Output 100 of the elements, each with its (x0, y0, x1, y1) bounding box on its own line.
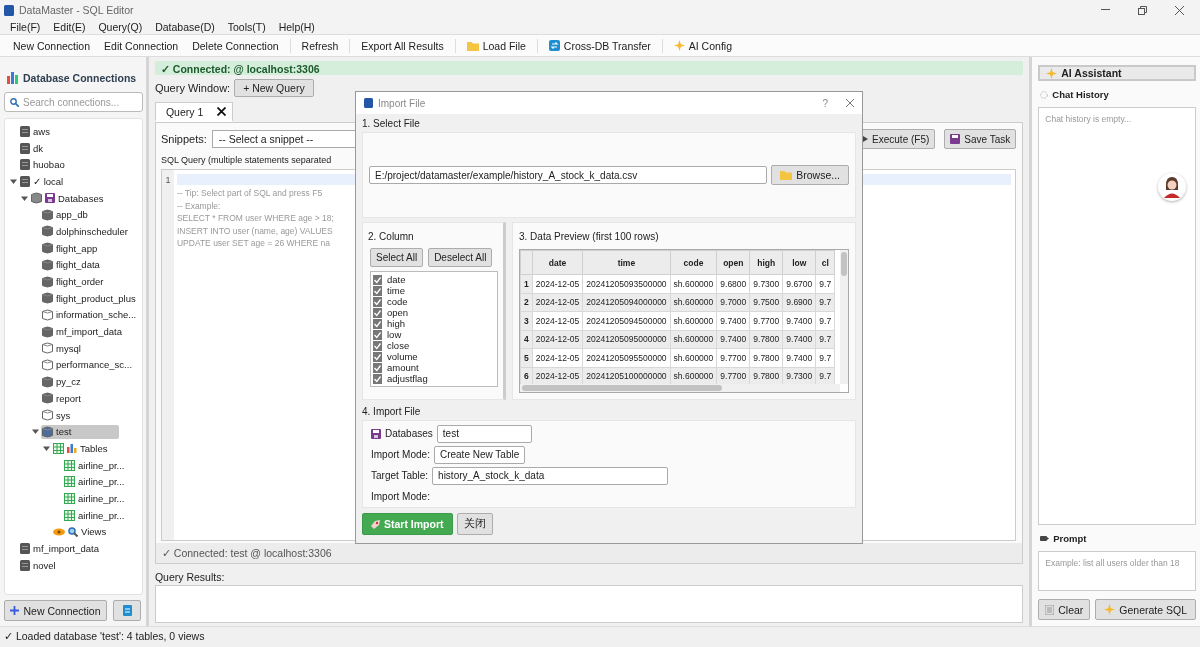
sparkle-icon (673, 40, 685, 51)
tree-item[interactable]: ✓ local (19, 174, 67, 188)
column-header: open (716, 250, 750, 275)
tree-item[interactable]: Tables (52, 441, 111, 455)
toolbar-button[interactable]: New Connection (6, 35, 98, 56)
checkbox[interactable] (373, 329, 382, 340)
column-name: amount (387, 362, 419, 373)
toolbar-button[interactable]: Cross-DB Transfer (541, 35, 658, 56)
tree-item[interactable]: flight_product_plus (41, 291, 139, 306)
checkbox[interactable] (373, 340, 382, 351)
caret-icon[interactable] (20, 194, 28, 202)
tree-item[interactable]: flight_data (41, 257, 103, 272)
tree-item[interactable]: test (41, 424, 119, 439)
toolbar-button[interactable]: Refresh (294, 35, 346, 56)
close-icon[interactable] (217, 107, 227, 116)
toolbar-button[interactable]: Export All Results (354, 35, 451, 56)
scrollbar[interactable] (520, 384, 840, 392)
scrollbar[interactable] (840, 250, 848, 384)
menu-item[interactable]: Query(Q) (98, 21, 143, 33)
browse-button[interactable]: Browse... (771, 165, 849, 185)
table-cell: 2024-12-05 (532, 348, 583, 367)
menu-item[interactable]: Tools(T) (227, 21, 266, 33)
table-cell: 9.6800 (716, 274, 750, 293)
checkbox[interactable] (373, 274, 382, 285)
tree-item[interactable]: airline_pr... (63, 475, 128, 489)
new-query-button[interactable]: + New Query (234, 79, 314, 97)
close-button[interactable]: 关闭 (456, 513, 493, 535)
database-icon (42, 425, 53, 438)
folder-icon (466, 40, 479, 51)
checkbox[interactable] (373, 296, 382, 307)
table-cell: 2024-12-05 (532, 274, 583, 293)
checkbox[interactable] (373, 318, 382, 329)
database-icon (42, 358, 53, 371)
tree-item[interactable]: airline_pr... (63, 458, 128, 472)
text-field[interactable]: history_A_stock_k_data (432, 466, 669, 485)
tree-item[interactable]: aws (19, 124, 53, 138)
tree-item[interactable]: app_db (41, 207, 91, 222)
toolbar-button[interactable]: Load File (459, 35, 533, 56)
results-label: Query Results: (154, 571, 226, 583)
chart-icon (7, 71, 19, 84)
tree-item[interactable]: py_cz (41, 374, 84, 389)
selection-button[interactable]: Select All (370, 248, 424, 267)
caret-icon[interactable] (9, 177, 17, 185)
generate-sql-button[interactable]: Generate SQL (1095, 599, 1196, 620)
tree-item[interactable]: dolphinscheduler (41, 224, 131, 239)
database-icon (42, 225, 53, 238)
tree-item[interactable]: dk (19, 141, 47, 155)
tab[interactable]: Query 1 (154, 102, 234, 122)
caret-icon[interactable] (42, 444, 50, 452)
transfer-button[interactable] (113, 600, 141, 621)
menu-item[interactable]: Help(H) (278, 21, 315, 33)
text-field[interactable]: test (436, 424, 532, 443)
close-icon[interactable] (1175, 5, 1184, 15)
tree-item[interactable]: Views (52, 525, 110, 539)
tree-item[interactable]: performance_sc... (41, 357, 136, 372)
toolbar-button[interactable]: AI Config (666, 35, 739, 56)
tree-item[interactable]: report (41, 391, 84, 406)
toolbar-button[interactable]: Delete Connection (185, 35, 286, 56)
tree-item[interactable]: novel (19, 558, 59, 572)
menu-item[interactable]: Edit(E) (53, 21, 86, 33)
tree-item[interactable]: huobao (19, 158, 68, 172)
new-connection-button[interactable]: New Connection (4, 600, 107, 621)
toolbar-button[interactable]: Edit Connection (97, 35, 186, 56)
checkbox[interactable] (373, 351, 382, 362)
file-path-field[interactable]: E:/project/datamaster/example/history_A_stock_k_data.csv (369, 166, 768, 184)
database-icon (42, 342, 53, 355)
checkbox[interactable] (373, 373, 382, 384)
tree-item[interactable]: mf_import_data (19, 542, 102, 556)
tree-item[interactable]: airline_pr... (63, 508, 128, 522)
checkbox[interactable] (373, 285, 382, 296)
tree-item[interactable]: mf_import_data (41, 324, 125, 339)
list-icon (1045, 604, 1055, 615)
column-header: low (782, 250, 816, 275)
caret-icon[interactable] (31, 428, 39, 436)
tree-item[interactable]: flight_order (41, 274, 107, 289)
clear-button[interactable]: Clear (1038, 599, 1091, 620)
ai-assistant-header[interactable]: AI Assistant (1038, 65, 1196, 81)
tree-item[interactable]: flight_app (41, 241, 101, 256)
sql-query-label: SQL Query (multiple statements separated (160, 155, 333, 165)
toolbar-button[interactable]: Save Task (944, 129, 1017, 149)
text-field[interactable]: Create New Table (433, 445, 526, 464)
restore-icon[interactable] (1138, 5, 1147, 15)
help-button[interactable]: ? (822, 97, 828, 109)
section-heading: 2. Column (368, 230, 415, 244)
minimize-icon[interactable] (1101, 9, 1110, 11)
menu-item[interactable]: File(F) (10, 21, 41, 33)
query-window-label: Query Window: (154, 82, 231, 94)
tree-item[interactable]: Databases (30, 191, 107, 206)
database-icon (42, 392, 53, 405)
column-name: high (387, 318, 405, 329)
tree-item[interactable]: information_sche... (41, 307, 140, 322)
checkbox[interactable] (373, 362, 382, 373)
tree-item[interactable]: airline_pr... (63, 491, 128, 505)
tree-item[interactable]: sys (41, 408, 74, 423)
table-cell: 9.7700 (716, 348, 750, 367)
selection-button[interactable]: Deselect All (428, 248, 493, 267)
table-cell: sh.600000 (670, 274, 717, 293)
tree-item[interactable]: mysql (41, 341, 84, 356)
menu-item[interactable]: Database(D) (155, 21, 215, 33)
checkbox[interactable] (373, 307, 382, 318)
